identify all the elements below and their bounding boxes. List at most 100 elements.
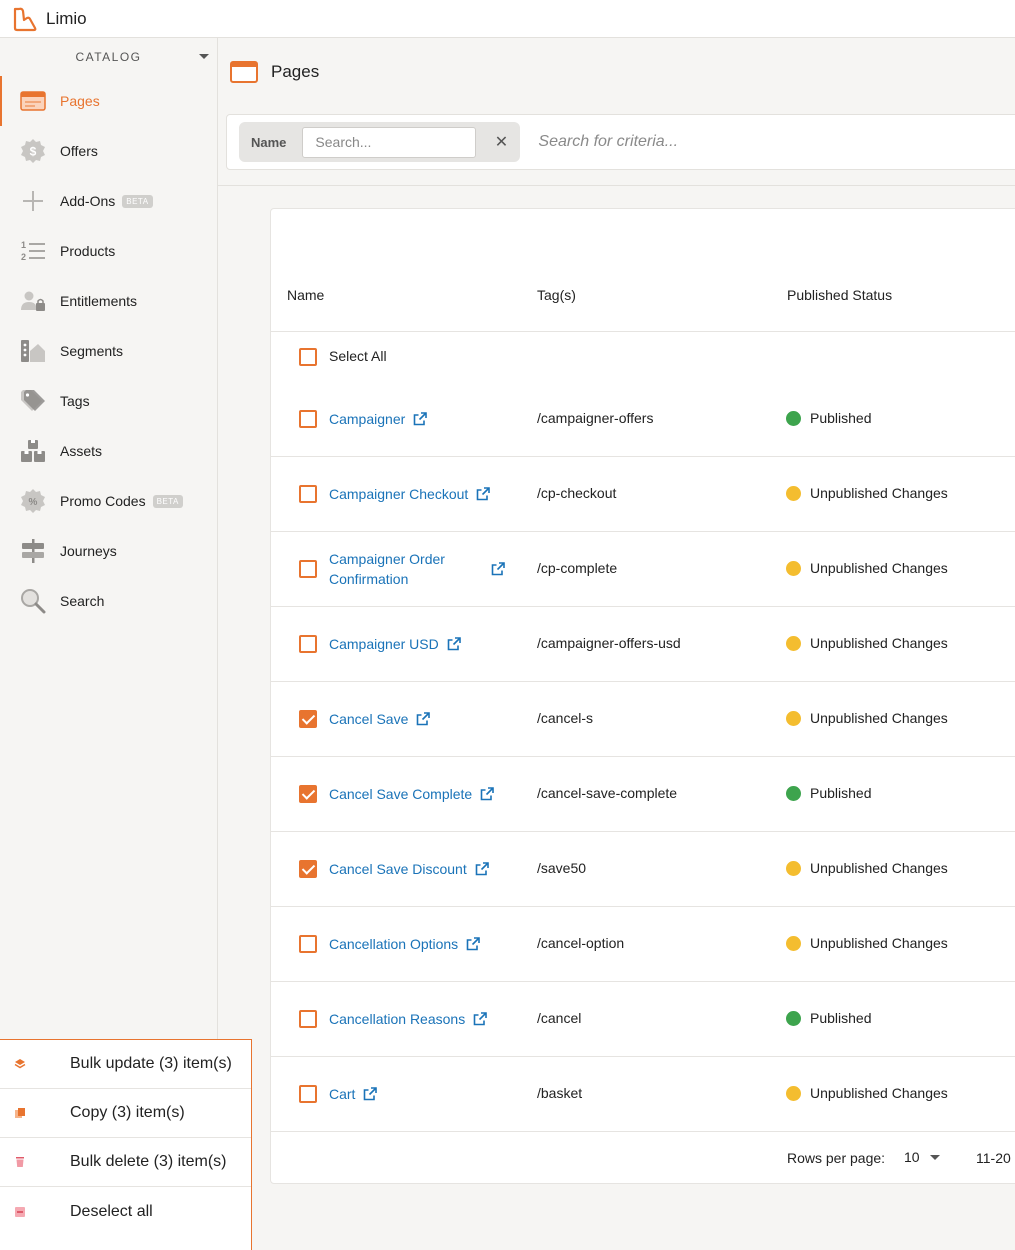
svg-text:2: 2 — [21, 252, 26, 262]
select-all-label: Select All — [329, 348, 387, 364]
row-checkbox[interactable] — [299, 560, 317, 578]
row-tag: /cp-checkout — [537, 485, 617, 501]
row-checkbox[interactable] — [299, 1085, 317, 1103]
sidebar-item-tags[interactable]: Tags — [0, 376, 217, 426]
page-name-link[interactable]: Cancel Save — [329, 709, 408, 729]
pagination: Rows per page: 10 11-20 — [271, 1130, 1015, 1185]
page-name-link[interactable]: Cancel Save Discount — [329, 859, 467, 879]
row-checkbox[interactable] — [299, 935, 317, 953]
page-name-link[interactable]: Campaigner — [329, 409, 405, 429]
external-link-icon[interactable] — [413, 412, 428, 426]
external-link-icon[interactable] — [491, 562, 505, 576]
row-checkbox[interactable] — [299, 860, 317, 878]
app-logo[interactable]: Limio — [12, 6, 87, 32]
table-row[interactable]: Campaigner Order Confirmation/cp-complet… — [271, 532, 1015, 607]
row-name-cell: Cart — [329, 1084, 378, 1104]
row-name-cell: Campaigner — [329, 409, 428, 429]
table-row[interactable]: Cart/basket Unpublished Changes — [271, 1057, 1015, 1132]
page-name-link[interactable]: Campaigner Order Confirmation — [329, 549, 469, 589]
row-tag: /save50 — [537, 860, 587, 876]
column-header-status[interactable]: Published Status — [787, 287, 892, 303]
page-name-link[interactable]: Campaigner Checkout — [329, 484, 468, 504]
offers-icon: $ — [20, 138, 46, 164]
bulk-update-button[interactable]: Bulk update (3) item(s) — [0, 1040, 251, 1089]
row-tag: /cancel — [537, 1010, 582, 1026]
rows-per-page-select[interactable]: 10 — [904, 1149, 940, 1165]
status-label: Published — [810, 1010, 872, 1026]
pages-table: Name Tag(s) Published Status Select All … — [270, 208, 1015, 1184]
row-checkbox[interactable] — [299, 710, 317, 728]
sidebar-item-offers[interactable]: $ Offers — [0, 126, 217, 176]
page-name-link[interactable]: Campaigner USD — [329, 634, 439, 654]
external-link-icon[interactable] — [476, 487, 491, 501]
sidebar-item-search[interactable]: Search — [0, 576, 217, 626]
tags-icon — [20, 388, 46, 414]
page-name-link[interactable]: Cancellation Options — [329, 934, 458, 954]
row-name-cell: Campaigner Order Confirmation — [329, 549, 505, 589]
sidebar-item-label: Promo Codes — [60, 493, 146, 509]
sidebar-item-entitlements[interactable]: Entitlements — [0, 276, 217, 326]
table-row[interactable]: Cancel Save Discount/save50 Unpublished C… — [271, 832, 1015, 907]
sidebar-item-label: Search — [60, 593, 105, 609]
sidebar-item-segments[interactable]: Segments — [0, 326, 217, 376]
table-row[interactable]: Campaigner Checkout/cp-checkout Unpublish… — [271, 457, 1015, 532]
close-icon[interactable]: ✕ — [494, 132, 508, 152]
sidebar-item-add-ons[interactable]: Add-Ons BETA — [0, 176, 217, 226]
table-row[interactable]: Cancel Save Complete/cancel-save-complet… — [271, 757, 1015, 832]
row-status: Published — [786, 410, 872, 426]
table-row[interactable]: Campaigner USD/campaigner-offers-usd Unpu… — [271, 607, 1015, 682]
select-all-checkbox[interactable] — [299, 348, 317, 366]
pages-icon — [20, 88, 46, 114]
status-dot — [786, 560, 801, 576]
table-row[interactable]: Cancellation Options/cancel-option Unpubl… — [271, 907, 1015, 982]
external-link-icon[interactable] — [480, 787, 494, 801]
row-checkbox[interactable] — [299, 410, 317, 428]
status-label: Unpublished Changes — [810, 1085, 948, 1101]
beta-badge: BETA — [122, 194, 153, 208]
external-link-icon[interactable] — [447, 637, 461, 651]
table-row[interactable]: Cancel Save/cancel-s Unpublished Changes — [271, 682, 1015, 757]
row-checkbox[interactable] — [299, 785, 317, 803]
row-checkbox[interactable] — [299, 635, 317, 653]
external-link-icon[interactable] — [475, 862, 489, 876]
row-status: Unpublished Changes — [786, 860, 948, 876]
copy-button[interactable]: Copy (3) item(s) — [0, 1089, 251, 1138]
deselect-all-label: Deselect all — [70, 1202, 153, 1220]
status-dot — [786, 935, 801, 951]
app-title: Limio — [46, 8, 87, 28]
svg-text:1: 1 — [21, 240, 26, 250]
catalog-label: CATALOG — [75, 50, 142, 64]
bulk-update-label: Bulk update (3) item(s) — [70, 1055, 232, 1072]
bulk-delete-button[interactable]: Bulk delete (3) item(s) — [0, 1138, 251, 1187]
criteria-search-input[interactable]: Search for criteria... — [538, 133, 678, 151]
sidebar-item-promo-codes[interactable]: % Promo Codes BETA — [0, 476, 217, 526]
column-header-tags[interactable]: Tag(s) — [537, 287, 576, 303]
column-header-name[interactable]: Name — [287, 287, 324, 303]
status-label: Unpublished Changes — [810, 635, 948, 651]
sidebar-item-label: Segments — [60, 343, 124, 359]
table-row[interactable]: Cancellation Reasons/cancel Published — [271, 982, 1015, 1057]
sidebar-item-pages[interactable]: Pages — [0, 76, 217, 126]
row-status: Unpublished Changes — [786, 635, 948, 651]
table-row[interactable]: Campaigner/campaigner-offers Published — [271, 382, 1015, 457]
external-link-icon[interactable] — [363, 1087, 378, 1101]
row-name-cell: Cancellation Reasons — [329, 1009, 488, 1029]
sidebar-item-products[interactable]: 1 2 Products — [0, 226, 217, 276]
catalog-selector[interactable]: CATALOG — [0, 38, 217, 76]
row-checkbox[interactable] — [299, 1010, 317, 1028]
deselect-all-button[interactable]: Deselect all — [0, 1187, 251, 1236]
row-checkbox[interactable] — [299, 485, 317, 503]
external-link-icon[interactable] — [473, 1012, 488, 1026]
row-name-cell: Cancellation Options — [329, 934, 480, 954]
row-name-cell: Cancel Save Complete — [329, 784, 494, 804]
sidebar-item-label: Products — [60, 243, 116, 259]
page-name-link[interactable]: Cancellation Reasons — [329, 1009, 465, 1029]
row-tag: /cancel-s — [537, 710, 594, 726]
page-name-link[interactable]: Cart — [329, 1084, 355, 1104]
page-name-link[interactable]: Cancel Save Complete — [329, 784, 472, 804]
sidebar-item-assets[interactable]: Assets — [0, 426, 217, 476]
external-link-icon[interactable] — [466, 937, 480, 951]
sidebar-item-journeys[interactable]: Journeys — [0, 526, 217, 576]
name-search-input[interactable] — [302, 126, 477, 158]
external-link-icon[interactable] — [416, 712, 431, 726]
